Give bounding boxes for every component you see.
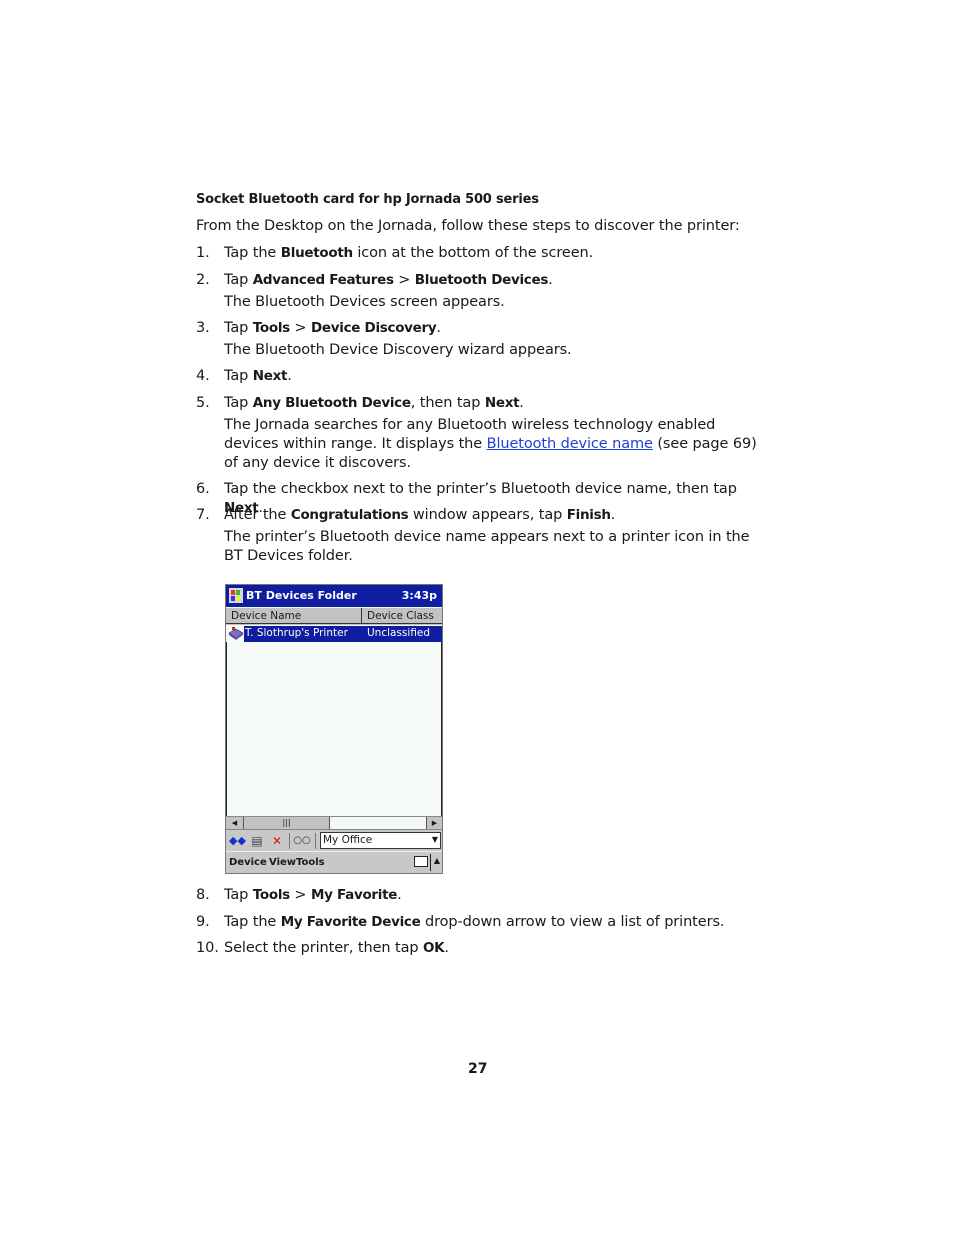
- menu-view[interactable]: View: [269, 857, 296, 868]
- step-number: 8.: [196, 887, 210, 903]
- step-number: 3.: [196, 320, 210, 336]
- favorite-glasses-icon[interactable]: ○○: [293, 833, 311, 849]
- step-2-note: The Bluetooth Devices screen appears.: [224, 294, 505, 310]
- selected-row-highlight: T. Slothrup's Printer Unclassified: [244, 626, 442, 642]
- step-number: 2.: [196, 272, 210, 288]
- menu-tools[interactable]: Tools: [296, 857, 325, 868]
- intro-text: From the Desktop on the Jornada, follow …: [196, 218, 740, 234]
- step-number: 9.: [196, 914, 210, 930]
- step-number: 7.: [196, 507, 210, 523]
- menu-device[interactable]: Device: [229, 857, 267, 868]
- step-7-note: The printer’s Bluetooth device name appe…: [224, 529, 750, 564]
- step-number: 10.: [196, 940, 219, 956]
- step-number: 6.: [196, 481, 210, 497]
- connect-icon[interactable]: ◆◆: [229, 833, 246, 849]
- chevron-down-icon[interactable]: ▼: [432, 835, 438, 844]
- horizontal-scrollbar[interactable]: ◀ ||| ▶: [226, 816, 442, 829]
- scrollbar-thumb[interactable]: |||: [244, 817, 330, 829]
- pda-menu-bar: Device View Tools ▲: [226, 851, 442, 873]
- properties-icon[interactable]: ▤: [249, 833, 265, 849]
- pda-toolbar: ◆◆ ▤ ✕ ○○ My Office ▼: [226, 829, 442, 851]
- step-3-note: The Bluetooth Device Discovery wizard ap…: [224, 342, 572, 358]
- pda-title-bar: BT Devices Folder 3:43p: [226, 585, 442, 607]
- list-row[interactable]: T. Slothrup's Printer Unclassified: [226, 626, 442, 642]
- toolbar-separator: [315, 833, 316, 849]
- toolbar-separator: [289, 833, 290, 849]
- pda-window-title: BT Devices Folder: [246, 589, 357, 602]
- dropdown-value: My Office: [323, 834, 373, 846]
- step-number: 1.: [196, 245, 210, 261]
- printer-icon: [228, 627, 244, 640]
- device-name-cell: T. Slothrup's Printer: [245, 627, 348, 639]
- document-page: Socket Bluetooth card for hp Jornada 500…: [0, 0, 954, 1235]
- column-header-device-class[interactable]: Device Class: [362, 608, 442, 624]
- menu-separator: [430, 854, 431, 871]
- scrollbar-track[interactable]: [330, 817, 426, 829]
- bluetooth-device-name-link[interactable]: Bluetooth device name: [487, 436, 653, 452]
- step-number: 5.: [196, 395, 210, 411]
- windows-start-icon: [229, 588, 243, 603]
- device-class-cell: Unclassified: [367, 627, 431, 639]
- scroll-left-arrow-icon[interactable]: ◀: [226, 817, 244, 829]
- keyboard-icon[interactable]: [414, 856, 428, 867]
- scroll-right-arrow-icon[interactable]: ▶: [426, 817, 442, 829]
- step-5-note: The Jornada searches for any Bluetooth w…: [224, 417, 757, 471]
- pda-clock: 3:43p: [401, 589, 437, 602]
- bt-devices-folder-screenshot: BT Devices Folder 3:43p Device Name Devi…: [225, 584, 443, 874]
- column-header-device-name[interactable]: Device Name: [226, 608, 362, 624]
- page-number: 27: [468, 1061, 488, 1077]
- step-number: 4.: [196, 368, 210, 384]
- favorite-device-dropdown[interactable]: My Office ▼: [320, 832, 441, 849]
- device-list-area[interactable]: [226, 642, 442, 816]
- section-heading: Socket Bluetooth card for hp Jornada 500…: [196, 192, 539, 207]
- delete-icon[interactable]: ✕: [270, 833, 284, 849]
- list-header: Device Name Device Class: [226, 608, 442, 625]
- input-panel-arrow-icon[interactable]: ▲: [434, 856, 440, 865]
